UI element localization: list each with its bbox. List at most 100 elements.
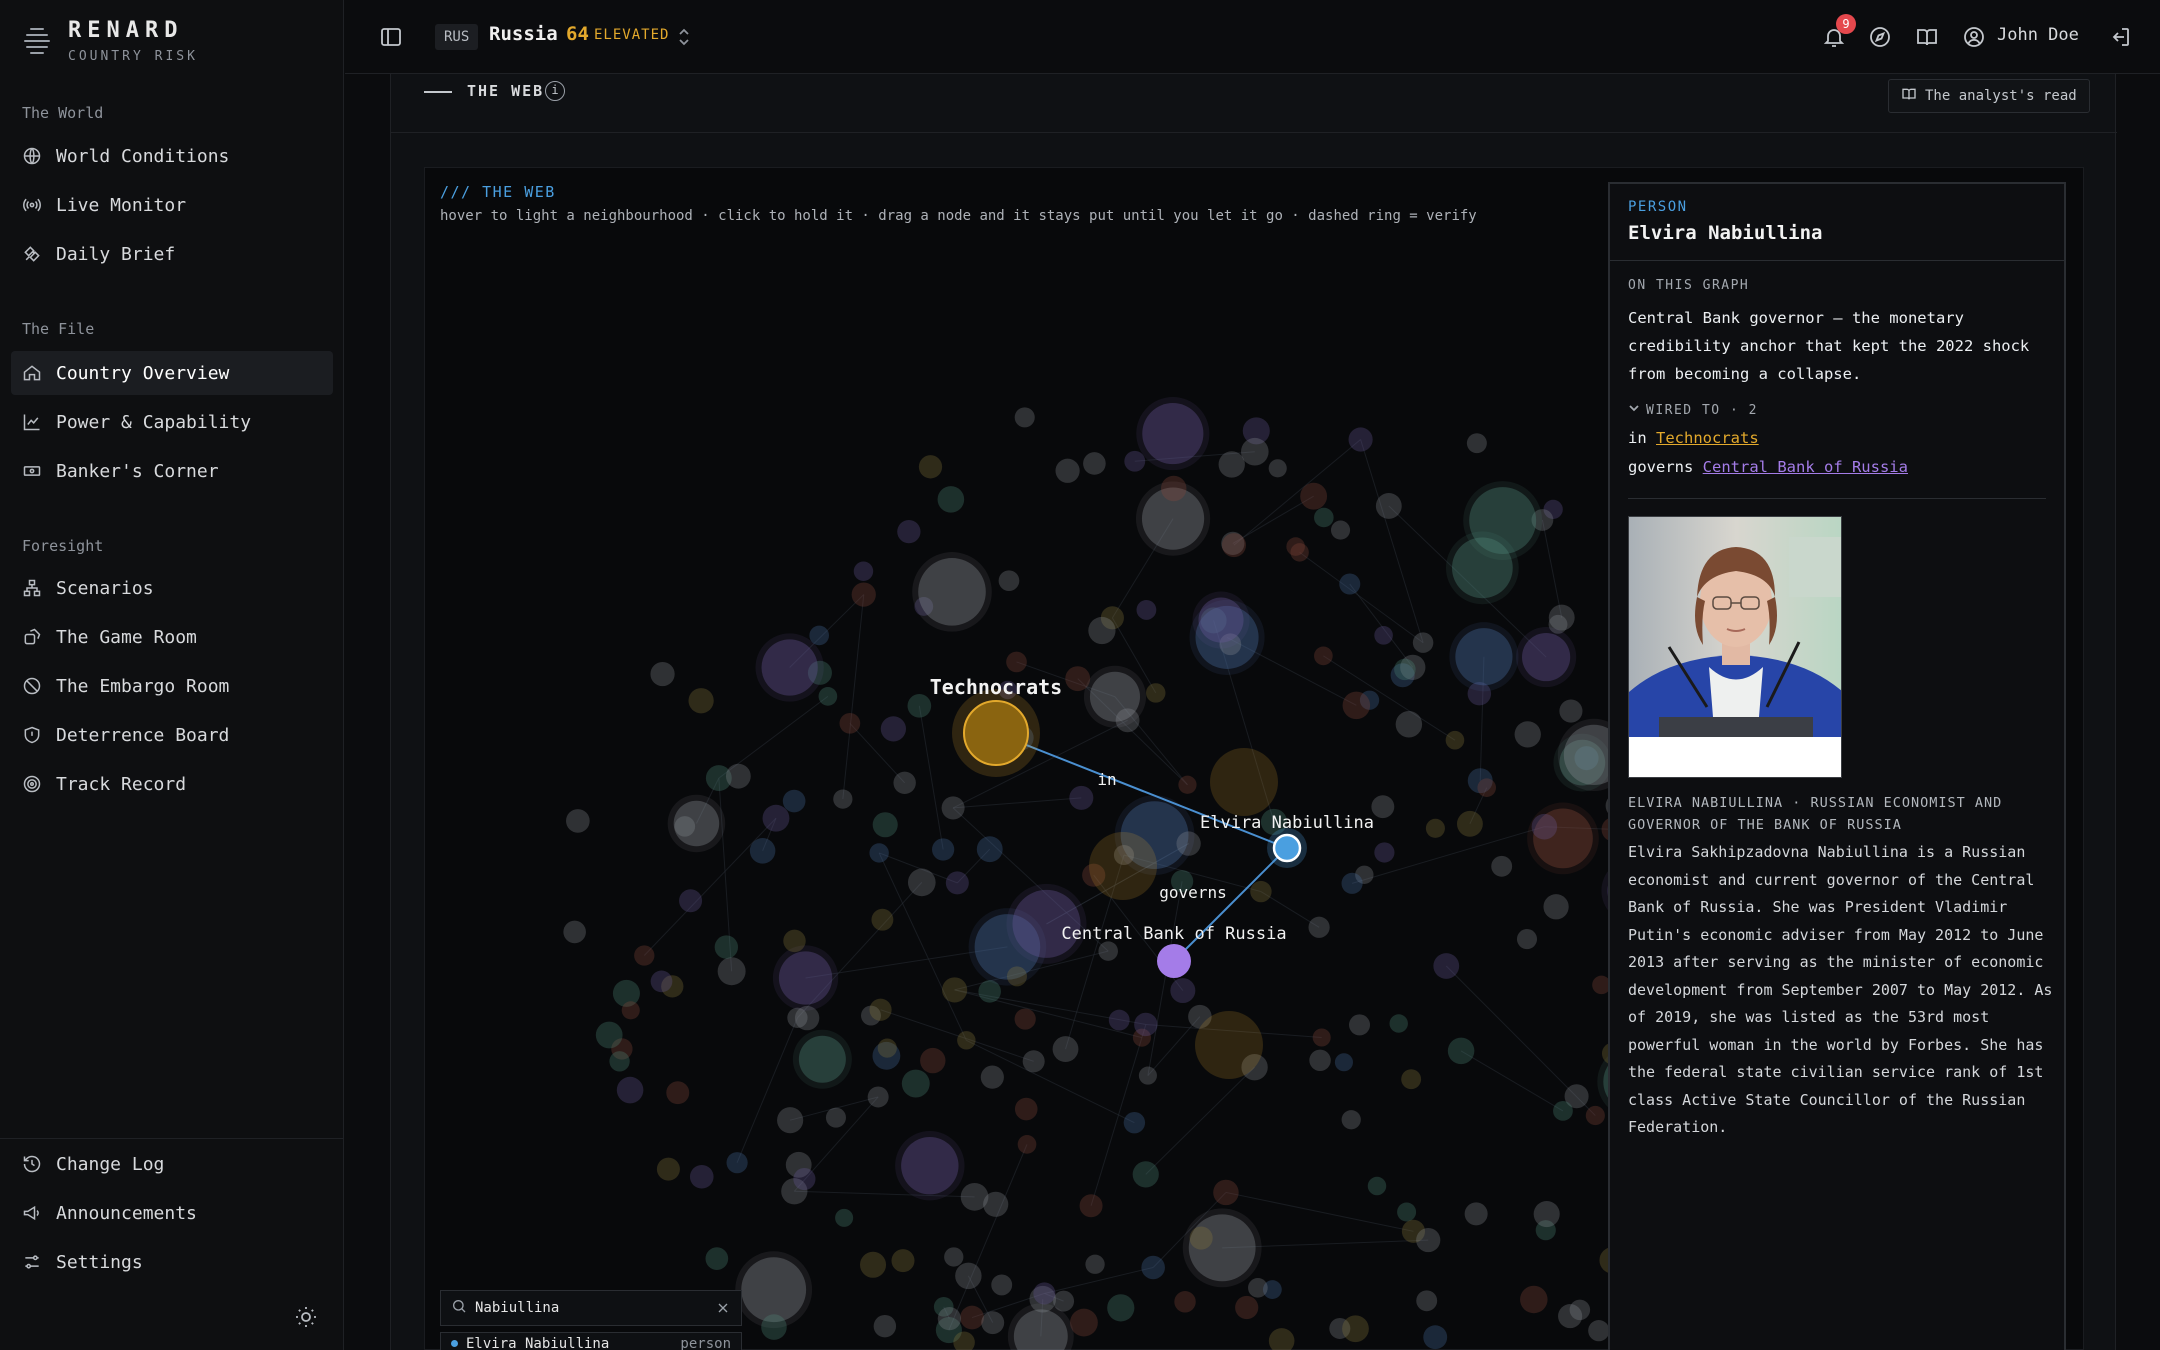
graph-node[interactable] <box>1098 941 1118 961</box>
graph-node[interactable] <box>920 1047 946 1074</box>
graph-node[interactable] <box>1017 1135 1037 1154</box>
graph-search-input[interactable] <box>475 1300 707 1316</box>
graph-node[interactable] <box>893 771 916 795</box>
graph-node[interactable] <box>1115 708 1140 733</box>
graph-node[interactable] <box>717 957 746 986</box>
graph-node[interactable] <box>955 1262 982 1290</box>
sidebar-item-live-monitor[interactable]: Live Monitor <box>11 183 333 227</box>
graph-node[interactable] <box>1132 1161 1159 1188</box>
brand[interactable]: RENARD COUNTRY RISK <box>22 18 198 64</box>
group-node[interactable] <box>1195 1011 1263 1079</box>
graph-node[interactable] <box>991 1274 1013 1296</box>
compass-icon[interactable] <box>1868 25 1892 49</box>
graph-node[interactable] <box>1395 711 1423 738</box>
graph-node[interactable] <box>980 1065 1004 1089</box>
graph-node[interactable] <box>1189 1226 1213 1250</box>
graph-node[interactable] <box>1088 616 1116 645</box>
graph-node[interactable] <box>650 970 673 993</box>
graph-node[interactable] <box>871 908 894 931</box>
sidebar-item-power-capability[interactable]: Power & Capability <box>11 400 333 444</box>
graph-node[interactable] <box>1085 1254 1105 1274</box>
graph-node[interactable] <box>1375 493 1402 519</box>
graph-node[interactable] <box>1433 953 1460 979</box>
graph-node[interactable] <box>825 1107 846 1128</box>
graph-node[interactable] <box>798 1035 846 1083</box>
graph-node[interactable] <box>918 558 986 626</box>
graph-node[interactable] <box>1218 451 1245 478</box>
graph-node[interactable] <box>1585 1105 1605 1126</box>
graph-node[interactable] <box>609 1051 630 1072</box>
graph-node[interactable] <box>1033 1282 1056 1305</box>
graph-node[interactable] <box>1469 487 1537 555</box>
sidebar-item-track-record[interactable]: Track Record <box>11 762 333 806</box>
graph-node[interactable] <box>1416 1290 1438 1312</box>
graph-node[interactable] <box>787 1007 808 1028</box>
graph-node[interactable] <box>1374 626 1393 645</box>
graph-node[interactable] <box>1123 1111 1146 1134</box>
graph-node[interactable] <box>563 920 586 944</box>
graph-node[interactable] <box>761 1314 787 1340</box>
graph-node[interactable] <box>741 1257 807 1323</box>
graph-node[interactable] <box>1394 658 1416 681</box>
graph-node[interactable] <box>1522 632 1571 682</box>
graph-node[interactable] <box>867 1086 889 1108</box>
graph-node[interactable] <box>1520 1285 1548 1314</box>
info-icon[interactable]: i <box>545 81 565 101</box>
chevron-up-down-icon[interactable] <box>675 25 693 49</box>
graph-node[interactable] <box>1367 1176 1387 1196</box>
graph-node[interactable] <box>1425 818 1445 838</box>
graph-node[interactable] <box>1314 646 1333 666</box>
graph-node[interactable] <box>762 804 790 832</box>
graph-node[interactable] <box>944 1247 964 1267</box>
analysts-read-button[interactable]: The analyst's read <box>1888 79 2090 113</box>
graph-node[interactable] <box>616 1076 644 1104</box>
graph-node[interactable] <box>1138 1066 1157 1085</box>
graph-node[interactable] <box>1308 916 1330 938</box>
sidebar-item-settings[interactable]: Settings <box>11 1240 333 1284</box>
graph-node[interactable] <box>851 582 876 607</box>
graph-node[interactable] <box>960 1183 989 1211</box>
graph-node[interactable] <box>957 1031 976 1050</box>
graph-node[interactable] <box>726 1152 748 1174</box>
graph-node[interactable] <box>1341 1110 1361 1130</box>
search-result-item[interactable]: Elvira Nabiullina person <box>440 1332 742 1350</box>
graph-node[interactable] <box>1588 1320 1610 1342</box>
graph-node[interactable] <box>937 486 965 513</box>
graph-node[interactable] <box>595 1021 623 1049</box>
graph-node[interactable] <box>777 1107 804 1134</box>
sidebar-item-deterrence-board[interactable]: Deterrence Board <box>11 713 333 757</box>
wired-to-toggle[interactable]: WIRED TO · 2 <box>1628 402 1758 418</box>
sidebar-item-country-overview[interactable]: Country Overview <box>11 351 333 395</box>
graph-node[interactable] <box>1055 458 1080 483</box>
graph-node[interactable] <box>1516 929 1538 950</box>
graph-node[interactable] <box>1456 810 1483 837</box>
graph-node[interactable] <box>725 763 751 789</box>
graph-node[interactable] <box>656 1157 680 1181</box>
graph-node[interactable] <box>945 871 969 895</box>
graph-node[interactable] <box>1170 978 1196 1004</box>
graph-node[interactable] <box>998 570 1020 592</box>
graph-node[interactable] <box>1423 1325 1448 1350</box>
sidebar-item-world-conditions[interactable]: World Conditions <box>11 134 333 178</box>
graph-node[interactable] <box>1314 507 1334 528</box>
graph-node[interactable] <box>941 796 965 820</box>
graph-node[interactable] <box>1141 1255 1165 1280</box>
graph-node[interactable] <box>907 694 932 718</box>
graph-node[interactable] <box>1548 604 1575 631</box>
graph-node[interactable] <box>1300 482 1328 510</box>
group-node[interactable] <box>1210 748 1278 816</box>
graph-node[interactable] <box>1531 813 1558 840</box>
graph-node[interactable] <box>877 1038 897 1058</box>
graph-node[interactable] <box>1309 1049 1331 1072</box>
graph-node[interactable] <box>839 712 861 734</box>
graph-node[interactable] <box>869 843 889 863</box>
graph-node[interactable] <box>835 1208 854 1227</box>
graph-node[interactable] <box>1447 1037 1475 1065</box>
node-elvira-nabiullina[interactable] <box>1272 833 1302 863</box>
graph-node[interactable] <box>1466 433 1487 454</box>
graph-node[interactable] <box>1412 632 1434 653</box>
graph-node[interactable] <box>1491 855 1513 877</box>
graph-node[interactable] <box>1477 778 1496 797</box>
book-open-icon[interactable] <box>1915 25 1939 49</box>
graph-node[interactable] <box>783 929 806 953</box>
